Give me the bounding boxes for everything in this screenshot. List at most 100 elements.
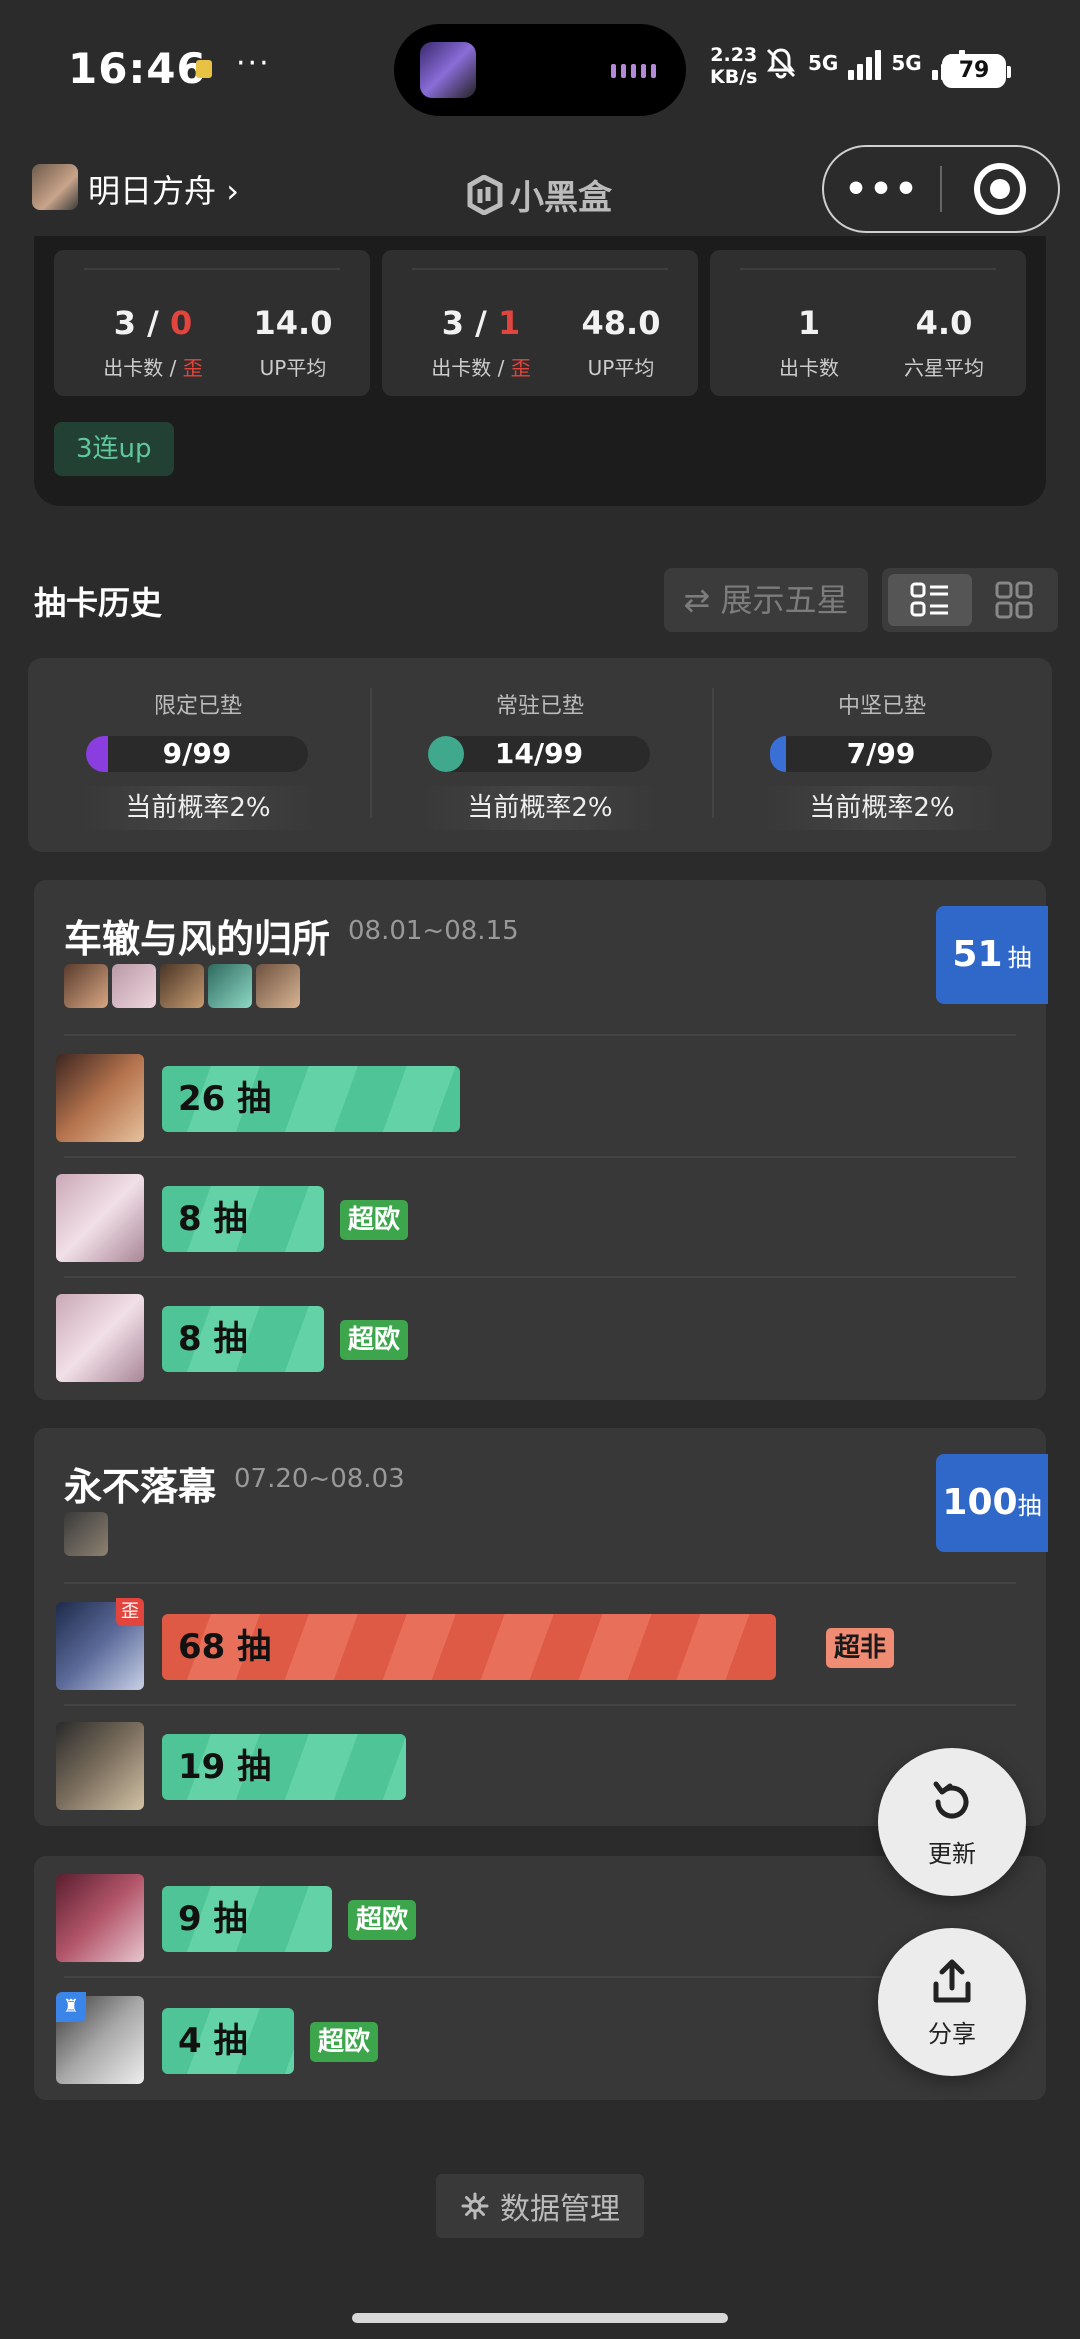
- banner-title: 永不落幕: [64, 1465, 217, 1509]
- operator-thumb: [112, 964, 156, 1008]
- stat-avg: 48.0 UP平均: [581, 304, 661, 380]
- banner-date: 08.01~08.15: [348, 916, 519, 946]
- pull-count-bar: 8 抽: [162, 1186, 324, 1252]
- refresh-icon: [933, 1781, 969, 1819]
- share-icon: [933, 1959, 971, 2003]
- status-icons: 5G 5G: [764, 46, 965, 80]
- close-button[interactable]: [942, 163, 1058, 215]
- grid-view-icon: [995, 581, 1033, 619]
- stat-box-standard: 3 / 1 出卡数 / 歪 48.0 UP平均: [382, 250, 698, 396]
- banner-card[interactable]: 车辙与风的归所 08.01~08.15 51 抽 26 抽 8 抽 超欧 8 抽…: [34, 880, 1048, 1400]
- game-title: 明日方舟: [88, 172, 217, 210]
- gear-icon: [461, 2192, 489, 2220]
- pull-row[interactable]: 26 抽: [56, 1050, 1016, 1146]
- grid-view-button[interactable]: [974, 574, 1054, 626]
- banner-operators: [64, 1512, 108, 1556]
- pull-count-bar: 4 抽: [162, 2008, 294, 2074]
- swap-icon: ⇄: [683, 581, 721, 619]
- stat-avg: 14.0 UP平均: [253, 304, 333, 380]
- media-thumbnail: [420, 42, 476, 98]
- data-management-button[interactable]: 数据管理: [436, 2174, 644, 2238]
- network-type-2: 5G: [891, 51, 922, 75]
- chevron-right-icon: ›: [226, 172, 239, 210]
- operator-avatar: [56, 1294, 144, 1382]
- list-view-icon: [910, 582, 948, 617]
- target-icon: [973, 163, 1026, 215]
- network-type-1: 5G: [808, 51, 839, 75]
- history-title: 抽卡历史: [34, 584, 163, 622]
- pull-count-bar: 9 抽: [162, 1886, 332, 1952]
- pull-count-bar: 26 抽: [162, 1066, 460, 1132]
- logo-icon: [467, 174, 503, 215]
- view-toggle: [882, 568, 1058, 632]
- luck-tag: 超欧: [310, 2022, 379, 2062]
- banner-title: 车辙与风的归所: [64, 917, 331, 961]
- status-bar: 16:46 ··· 2.23 KB/s 5G 5G 79: [0, 0, 1080, 140]
- stat-box-limited: 3 / 0 出卡数 / 歪 14.0 UP平均: [54, 250, 370, 396]
- pity-progress: 9/99: [86, 736, 308, 772]
- miniapp-capsule: •••: [822, 145, 1060, 233]
- dynamic-island[interactable]: [394, 24, 686, 116]
- app-logo: 小黑盒: [466, 170, 612, 219]
- luck-tag: 超非: [826, 1628, 895, 1668]
- pull-row[interactable]: 歪 68 抽 超非: [56, 1598, 1016, 1694]
- pull-count-bar: 68 抽: [162, 1614, 776, 1680]
- stat-pulls: 3 / 0 出卡数 / 歪: [103, 304, 203, 380]
- luck-tag: 超欧: [340, 1200, 409, 1240]
- stat-avg: 4.0 六星平均: [904, 304, 984, 380]
- operator-thumb: [160, 964, 204, 1008]
- pull-count-bar: 8 抽: [162, 1306, 324, 1372]
- more-button[interactable]: •••: [824, 169, 940, 210]
- pity-standard: 常驻已垫 14/99 当前概率2%: [370, 658, 710, 852]
- audio-wave-icon: [611, 64, 656, 78]
- rook-icon: ♜: [56, 1992, 86, 2022]
- game-avatar[interactable]: [32, 164, 78, 210]
- refresh-label: 更新: [928, 1840, 976, 1868]
- operator-thumb: [64, 964, 108, 1008]
- off-banner-badge: 歪: [116, 1598, 144, 1626]
- operator-avatar: [56, 1174, 144, 1262]
- share-button[interactable]: 分享: [878, 1928, 1026, 2076]
- banner-total-pulls: 51 抽: [936, 906, 1048, 1004]
- network-speed: 2.23 KB/s: [710, 44, 758, 88]
- data-management-label: 数据管理: [500, 2192, 620, 2227]
- pull-row[interactable]: 9 抽 超欧: [56, 1870, 1016, 1966]
- battery-indicator: 79: [942, 54, 1011, 88]
- pity-card: 限定已垫 9/99 当前概率2% 常驻已垫 14/99 当前概率2% 中坚已垫 …: [28, 658, 1052, 852]
- signal-icon: [848, 46, 882, 80]
- pity-progress: 14/99: [428, 736, 650, 772]
- summary-card: 3 / 0 出卡数 / 歪 14.0 UP平均 3 / 1 出卡数 / 歪 48…: [34, 236, 1046, 506]
- operator-thumb: [208, 964, 252, 1008]
- operator-thumb: [256, 964, 300, 1008]
- pull-count-bar: 19 抽: [162, 1734, 406, 1800]
- home-indicator[interactable]: [352, 2313, 728, 2323]
- banner-operators: [64, 964, 300, 1008]
- stat-pulls: 3 / 1 出卡数 / 歪: [431, 304, 531, 380]
- operator-thumb: [64, 1512, 108, 1556]
- luck-tag: 超欧: [348, 1900, 417, 1940]
- refresh-button[interactable]: 更新: [878, 1748, 1026, 1896]
- stat-box-core: 1 出卡数 4.0 六星平均: [710, 250, 1026, 396]
- banner-date: 07.20~08.03: [234, 1464, 405, 1494]
- pity-progress: 7/99: [770, 736, 992, 772]
- luck-tag: 超欧: [340, 1320, 409, 1360]
- pull-row[interactable]: 8 抽 超欧: [56, 1290, 1016, 1386]
- operator-avatar: [56, 1722, 144, 1810]
- show-five-star-button[interactable]: ⇄ 展示五星: [664, 568, 868, 632]
- pity-limited: 限定已垫 9/99 当前概率2%: [28, 658, 368, 852]
- status-time: 16:46: [68, 44, 207, 93]
- streak-tag: 3连up: [54, 422, 174, 476]
- operator-avatar: [56, 1874, 144, 1962]
- pull-row[interactable]: 19 抽: [56, 1718, 1016, 1814]
- operator-avatar: [56, 1054, 144, 1142]
- share-label: 分享: [928, 2020, 976, 2048]
- logo-text: 小黑盒: [510, 178, 612, 218]
- notification-icon: [196, 60, 212, 78]
- pull-row[interactable]: 8 抽 超欧: [56, 1170, 1016, 1266]
- game-switcher[interactable]: 明日方舟 ›: [88, 166, 239, 212]
- pity-core: 中坚已垫 7/99 当前概率2%: [712, 658, 1052, 852]
- banner-total-pulls: 100抽: [936, 1454, 1048, 1552]
- more-notifications-icon: ···: [236, 46, 271, 81]
- pull-row[interactable]: ♜ 4 抽 超欧: [56, 1992, 1016, 2088]
- list-view-button[interactable]: [888, 574, 972, 626]
